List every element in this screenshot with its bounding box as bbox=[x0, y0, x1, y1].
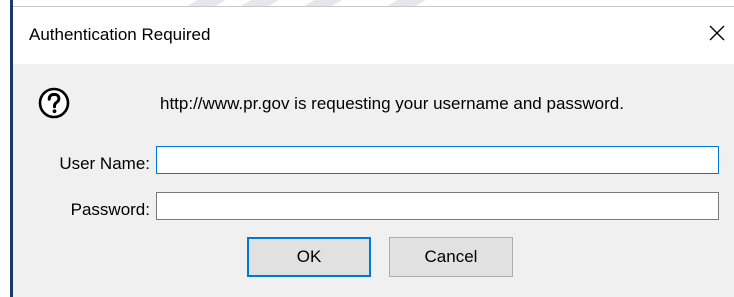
title-bar: Authentication Required bbox=[13, 7, 734, 64]
cancel-button[interactable]: Cancel bbox=[389, 237, 513, 277]
auth-dialog: Authentication Required http://www.pr.go… bbox=[13, 6, 734, 297]
question-icon bbox=[38, 87, 70, 119]
window-edge bbox=[0, 0, 10, 297]
auth-message: http://www.pr.gov is requesting your use… bbox=[160, 94, 624, 113]
dialog-title: Authentication Required bbox=[29, 25, 211, 44]
close-button[interactable] bbox=[700, 16, 734, 50]
close-icon bbox=[709, 25, 725, 41]
ok-button[interactable]: OK bbox=[247, 237, 371, 277]
screen: Authentication Required http://www.pr.go… bbox=[0, 0, 734, 297]
password-field[interactable] bbox=[156, 192, 719, 220]
password-label: Password: bbox=[70, 200, 150, 219]
username-field[interactable] bbox=[156, 146, 719, 174]
username-label: User Name: bbox=[59, 154, 150, 173]
